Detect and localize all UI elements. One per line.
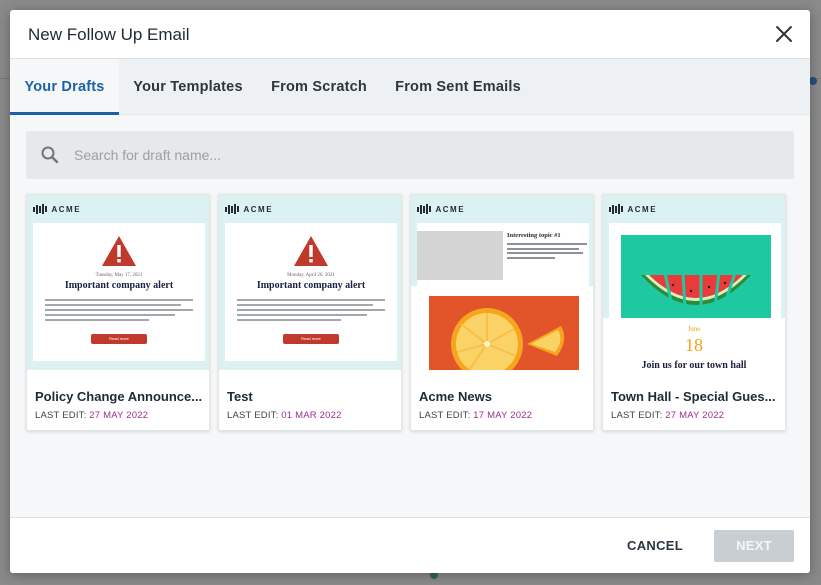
last-edit-date: 01 MAR 2022 bbox=[281, 410, 342, 421]
search-input[interactable] bbox=[74, 131, 774, 179]
tab-your-drafts[interactable]: Your Drafts bbox=[10, 59, 119, 115]
last-edit-info: LAST EDIT: 17 MAY 2022 bbox=[419, 410, 533, 421]
email-thumbnail: ACME Monday, April 26, 2021 Important co… bbox=[219, 195, 401, 370]
draft-card[interactable]: ACME June 18 Join us for our town hall T… bbox=[602, 194, 786, 431]
thumbnail-body-text bbox=[507, 243, 587, 261]
dialog-header: New Follow Up Email bbox=[10, 10, 810, 59]
warning-icon bbox=[102, 236, 136, 266]
background-indicator-dot bbox=[809, 77, 817, 85]
watermelon-image bbox=[621, 235, 771, 318]
acme-logo: ACME bbox=[609, 204, 657, 214]
new-follow-up-email-dialog: New Follow Up Email Your Drafts Your Tem… bbox=[10, 10, 810, 573]
acme-logo: ACME bbox=[417, 204, 465, 214]
tab-your-templates[interactable]: Your Templates bbox=[119, 59, 257, 115]
orange-image bbox=[429, 296, 579, 370]
last-edit-date: 17 MAY 2022 bbox=[473, 410, 533, 421]
thumbnail-heading: Join us for our town hall bbox=[641, 360, 747, 370]
next-button[interactable]: NEXT bbox=[714, 530, 794, 562]
acme-logo: ACME bbox=[225, 204, 273, 214]
tab-from-scratch[interactable]: From Scratch bbox=[257, 59, 381, 115]
thumbnail-heading: Important company alert bbox=[64, 280, 174, 291]
dialog-footer: CANCEL NEXT bbox=[10, 517, 810, 573]
alert-panel: Monday, April 26, 2021 Important company… bbox=[225, 223, 397, 361]
draft-name: Acme News bbox=[419, 389, 492, 404]
draft-name: Policy Change Announce... bbox=[35, 389, 203, 404]
thumbnail-image-placeholder bbox=[417, 231, 503, 280]
tab-from-sent-emails[interactable]: From Sent Emails bbox=[381, 59, 535, 115]
thumbnail-date: Monday, April 26, 2021 bbox=[287, 273, 335, 278]
email-thumbnail: ACME June 18 Join us for our town hall bbox=[603, 195, 785, 370]
thumbnail-topic: Interesting topic #1 bbox=[507, 232, 561, 239]
last-edit-info: LAST EDIT: 27 MAY 2022 bbox=[35, 410, 149, 421]
source-tabs: Your Drafts Your Templates From Scratch … bbox=[10, 59, 810, 115]
alert-panel: Tuesday, May 17, 2021 Important company … bbox=[33, 223, 205, 361]
thumbnail-date: Tuesday, May 17, 2021 bbox=[95, 273, 143, 278]
last-edit-date: 27 MAY 2022 bbox=[665, 410, 725, 421]
draft-search-box bbox=[26, 131, 794, 179]
draft-card[interactable]: ACME Monday, April 26, 2021 Important co… bbox=[218, 194, 402, 431]
thumbnail-month: June bbox=[687, 325, 701, 333]
draft-name: Town Hall - Special Gues... bbox=[611, 389, 776, 404]
dialog-title: New Follow Up Email bbox=[28, 25, 190, 44]
draft-card-grid: ACME Tuesday, May 17, 2021 Important com… bbox=[26, 194, 794, 434]
thumbnail-body-text bbox=[45, 299, 193, 324]
close-icon[interactable] bbox=[774, 24, 794, 44]
draft-card[interactable]: ACME Interesting topic #1 Acme News LAST… bbox=[410, 194, 594, 431]
draft-card[interactable]: ACME Tuesday, May 17, 2021 Important com… bbox=[26, 194, 210, 431]
draft-name: Test bbox=[227, 389, 253, 404]
thumbnail-body-text bbox=[237, 299, 385, 324]
thumbnail-day: 18 bbox=[685, 335, 703, 355]
last-edit-date: 27 MAY 2022 bbox=[89, 410, 149, 421]
last-edit-info: LAST EDIT: 01 MAR 2022 bbox=[227, 410, 342, 421]
cancel-button[interactable]: CANCEL bbox=[618, 531, 692, 561]
thumbnail-read-more-button: Read more bbox=[283, 334, 339, 344]
acme-logo: ACME bbox=[33, 204, 81, 214]
thumbnail-read-more-button: Read more bbox=[91, 334, 147, 344]
email-thumbnail: ACME Tuesday, May 17, 2021 Important com… bbox=[27, 195, 209, 370]
thumbnail-heading: Important company alert bbox=[256, 280, 366, 291]
email-thumbnail: ACME Interesting topic #1 bbox=[411, 195, 593, 370]
search-icon bbox=[40, 145, 60, 165]
last-edit-info: LAST EDIT: 27 MAY 2022 bbox=[611, 410, 725, 421]
warning-icon bbox=[294, 236, 328, 266]
